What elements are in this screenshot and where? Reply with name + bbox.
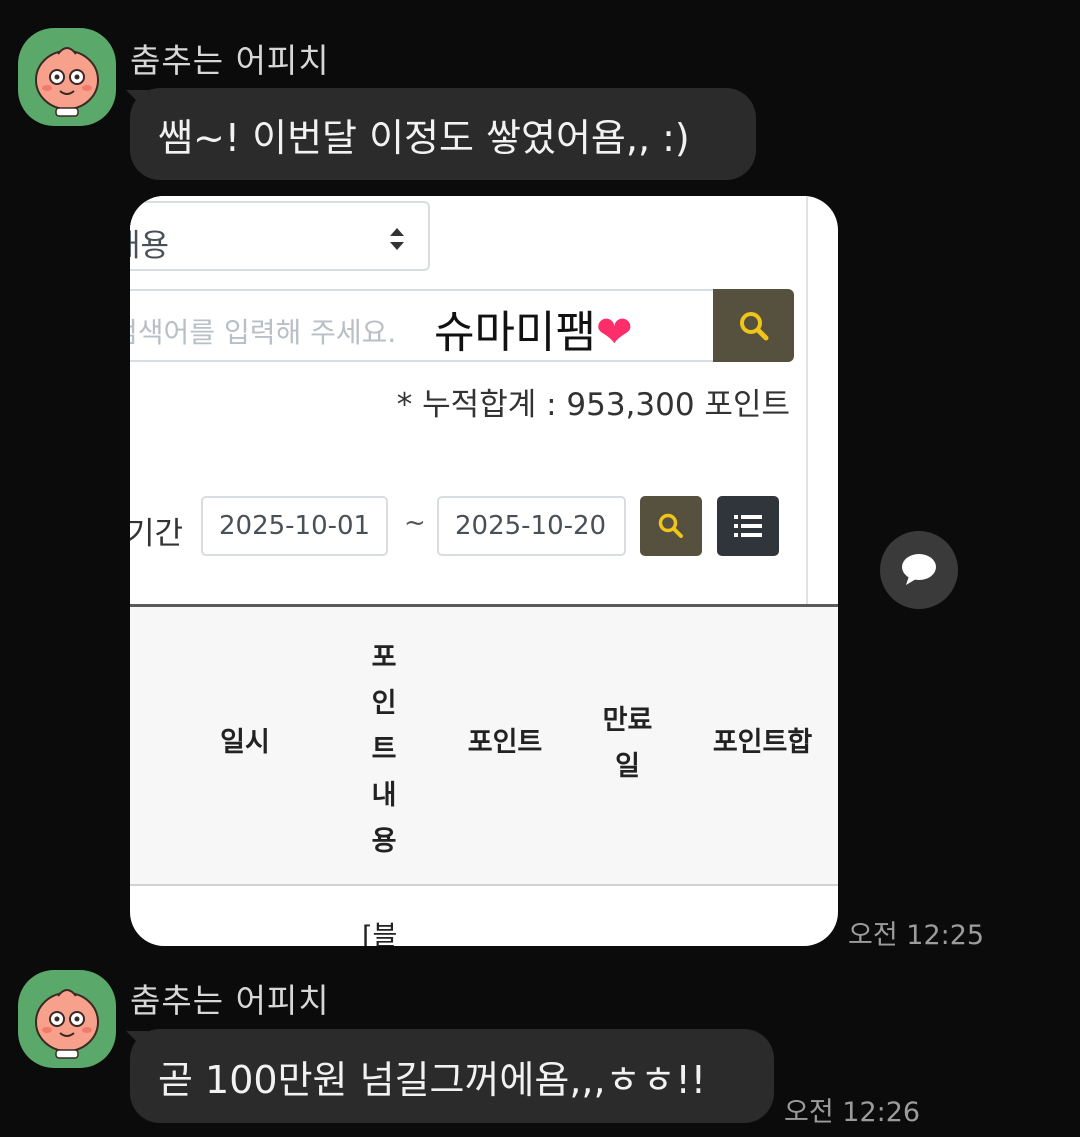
th-content-char: 인 [371, 688, 397, 719]
message-time: 오전 12:26 [784, 1097, 921, 1128]
th-content-char: 포 [371, 642, 397, 673]
period-search-button [640, 496, 702, 556]
avatar[interactable] [18, 28, 116, 126]
apeach-avatar-icon [35, 989, 99, 1059]
search-type-select: 내용 [130, 201, 430, 271]
select-arrow-icon [390, 228, 404, 250]
message-bubble[interactable]: 쌤~! 이번달 이정도 쌓였어욤,, :) [130, 88, 756, 180]
th-expiry: 만료 일 [585, 698, 670, 790]
th-content: 포 인 트 내 용 [360, 635, 408, 865]
th-content-char: 용 [371, 826, 397, 857]
list-icon [734, 515, 762, 537]
avatar[interactable] [18, 970, 116, 1068]
message-text: 쌤~! 이번달 이정도 쌓였어욤,, :) [158, 115, 690, 160]
th-expiry-line: 일 [615, 751, 640, 782]
th-content-char: 트 [371, 734, 397, 765]
table-cell: [블 [362, 921, 398, 946]
search-input: 검색어를 입력해 주세요. 슈마미팸❤ [130, 289, 714, 362]
sender-name[interactable]: 춤추는 어피치 [130, 34, 330, 82]
share-button[interactable] [880, 531, 958, 609]
search-button [713, 289, 794, 362]
search-icon [740, 312, 769, 341]
th-date: 일시 [220, 727, 270, 758]
search-placeholder: 검색어를 입력해 주세요. [130, 316, 397, 349]
apeach-avatar-icon [35, 47, 99, 117]
th-expiry-line: 만료 [602, 705, 653, 736]
total-points: * 누적합계 : 953,300 포인트 [396, 387, 790, 423]
sender-name[interactable]: 춤추는 어피치 [130, 974, 330, 1022]
message-bubble[interactable]: 곧 100만원 넘길그꺼에욤,,,ㅎㅎ!! [130, 1029, 774, 1123]
th-content-char: 내 [371, 780, 397, 811]
search-typed-value: 슈마미팸 [434, 307, 596, 358]
date-from-input: 2025-10-01 [201, 496, 388, 556]
heart-emoji: ❤ [595, 307, 633, 358]
period-label: 기간 [130, 516, 184, 552]
date-to-input: 2025-10-20 [437, 496, 626, 556]
message-time: 오전 12:25 [848, 920, 985, 951]
table-header: 일시 포 인 트 내 용 포인트 만료 일 포인트합 [130, 604, 838, 886]
select-value: 내용 [130, 228, 170, 264]
list-button [717, 496, 779, 556]
shared-image[interactable]: 내용 검색어를 입력해 주세요. 슈마미팸❤ * 누적합계 : 953,300 … [130, 196, 838, 946]
th-points: 포인트 [467, 727, 543, 758]
search-typed-text: 슈마미팸❤ [434, 296, 633, 360]
search-icon [658, 513, 683, 538]
date-separator: ~ [404, 508, 426, 538]
speech-bubble-icon [902, 554, 936, 585]
th-total: 포인트합 [712, 727, 813, 758]
message-text: 곧 100만원 넘길그꺼에욤,,,ㅎㅎ!! [158, 1057, 706, 1102]
